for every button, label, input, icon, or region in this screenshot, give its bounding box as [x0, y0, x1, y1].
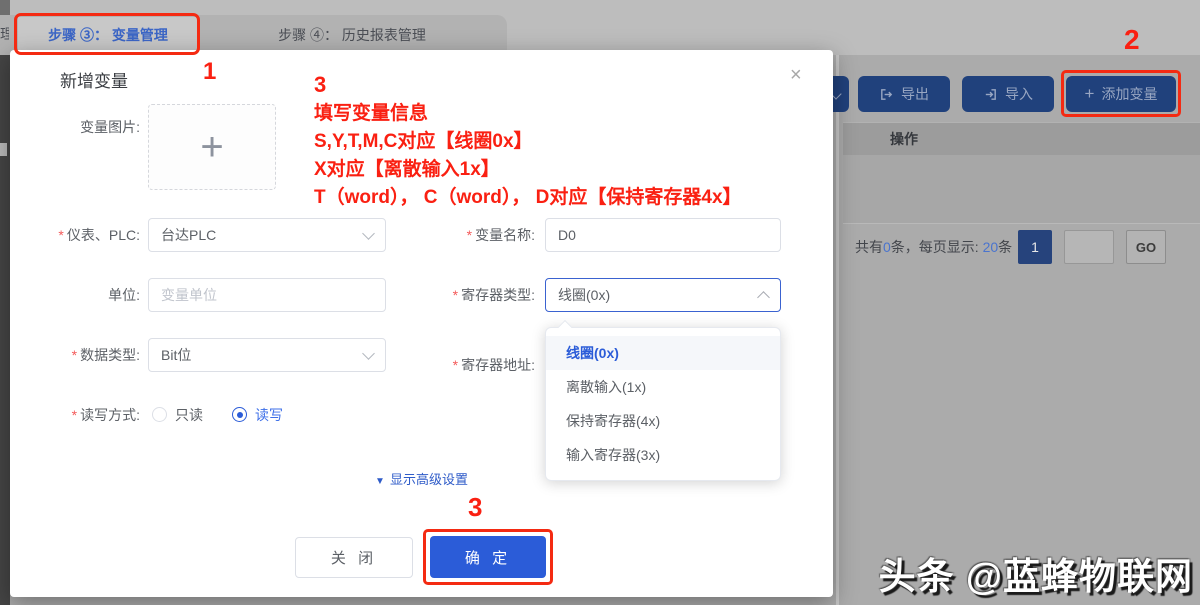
- pagination-page-size: 20: [983, 239, 999, 255]
- pagination-prefix: 共有: [855, 239, 883, 255]
- tip-line-3: X对应【离散输入1x】: [314, 156, 742, 184]
- image-field-label: 变量图片:: [10, 110, 140, 144]
- tab-step3-label: 步骤 ③： 变量管理: [48, 27, 168, 43]
- required-marker: *: [72, 347, 77, 363]
- add-variable-label: 添加变量: [1101, 84, 1157, 104]
- radio-readonly-label[interactable]: 只读: [175, 398, 203, 432]
- radio-readwrite-label[interactable]: 读写: [255, 398, 283, 432]
- content-edge-line: [836, 55, 839, 605]
- register-type-value: 线圈(0x): [558, 287, 610, 303]
- plc-select[interactable]: 台达PLC: [148, 218, 386, 252]
- unit-input[interactable]: [148, 278, 386, 312]
- page-number-button[interactable]: 1: [1018, 230, 1052, 264]
- dropdown-option-coil[interactable]: 线圈(0x): [546, 336, 780, 370]
- plc-field-label: *仪表、PLC:: [10, 218, 140, 252]
- close-icon[interactable]: ×: [790, 64, 802, 87]
- annotation-tips: 填写变量信息 S,Y,T,M,C对应【线圈0x】 X对应【离散输入1x】 T（w…: [314, 100, 742, 212]
- page-jump-input[interactable]: [1064, 230, 1114, 264]
- register-type-dropdown: 线圈(0x) 离散输入(1x) 保持寄存器(4x) 输入寄存器(3x): [545, 327, 781, 481]
- image-upload-box[interactable]: +: [148, 104, 276, 190]
- sidebar-sliver: [0, 55, 10, 605]
- go-button[interactable]: GO: [1126, 230, 1166, 264]
- radio-readwrite[interactable]: [232, 407, 247, 422]
- data-type-label: *数据类型:: [10, 338, 140, 372]
- table-header-row: 操作: [843, 122, 1200, 155]
- required-marker: *: [58, 227, 63, 243]
- required-marker: *: [453, 357, 458, 373]
- data-type-select[interactable]: Bit位: [148, 338, 386, 372]
- tip-line-1: 填写变量信息: [314, 100, 742, 128]
- upload-plus-icon: +: [149, 105, 275, 189]
- register-address-label: *寄存器地址:: [365, 348, 535, 382]
- triangle-down-icon: ▼: [375, 476, 385, 487]
- variable-name-input[interactable]: [545, 218, 781, 252]
- close-button[interactable]: 关 闭: [295, 537, 413, 578]
- required-marker: *: [467, 227, 472, 243]
- watermark: 头条 @蓝蜂物联网: [879, 546, 1193, 600]
- confirm-button[interactable]: 确 定: [430, 536, 546, 578]
- screen: 理 步骤 ③： 变量管理 步骤 ④： 历史报表管理 导出 导入 + 添加变量: [0, 0, 1200, 605]
- tip-line-2: S,Y,T,M,C对应【线圈0x】: [314, 128, 742, 156]
- annotation-number-3-top: 3: [314, 72, 326, 98]
- read-write-mode-label: *读写方式:: [10, 398, 140, 432]
- tab-fragment: 理: [0, 24, 9, 44]
- data-type-value: Bit位: [161, 347, 191, 363]
- sidebar-sliver-top: [0, 0, 10, 15]
- chevron-up-icon: [757, 291, 770, 304]
- variable-name-label: *变量名称:: [365, 218, 535, 252]
- pagination-bar: 共有0条，每页显示: 20条 1 GO: [843, 224, 1200, 270]
- required-marker: *: [453, 287, 458, 303]
- plus-icon: +: [1085, 84, 1095, 104]
- import-button[interactable]: 导入: [962, 76, 1054, 112]
- operation-column-header: 操作: [890, 123, 918, 156]
- tab-step3-variable-management[interactable]: 步骤 ③： 变量管理: [18, 17, 198, 53]
- modal-title: 新增变量: [60, 67, 128, 92]
- radio-readonly[interactable]: [152, 407, 167, 422]
- pagination-count: 0: [883, 239, 891, 255]
- dropdown-option-input-register[interactable]: 输入寄存器(3x): [546, 438, 780, 472]
- pagination-suffix: 条: [998, 239, 1012, 255]
- table-body-empty: [843, 155, 1200, 224]
- pagination-summary: 共有0条，每页显示: 20条: [855, 230, 1012, 264]
- tip-line-4: T（word）， C（word）， D对应【保持寄存器4x】: [314, 184, 742, 212]
- pagination-middle: 条，每页显示:: [891, 239, 983, 255]
- tabs-card: 理 步骤 ③： 变量管理 步骤 ④： 历史报表管理: [0, 15, 507, 55]
- required-marker: *: [72, 407, 77, 423]
- annotation-number-1: 1: [203, 58, 216, 86]
- unit-field-label: 单位:: [10, 278, 140, 312]
- export-icon: [879, 87, 894, 102]
- export-label: 导出: [901, 84, 929, 104]
- top-tab-bar: 理 步骤 ③： 变量管理 步骤 ④： 历史报表管理: [0, 0, 1200, 55]
- tab-step4-history-reports[interactable]: 步骤 ④： 历史报表管理: [212, 17, 492, 53]
- register-type-select[interactable]: 线圈(0x): [545, 278, 781, 312]
- dropdown-option-discrete-input[interactable]: 离散输入(1x): [546, 370, 780, 404]
- plc-select-value: 台达PLC: [161, 227, 216, 243]
- annotation-number-3-bottom: 3: [468, 492, 482, 523]
- import-icon: [983, 87, 998, 102]
- dropdown-option-holding-register[interactable]: 保持寄存器(4x): [546, 404, 780, 438]
- annotation-number-2: 2: [1124, 24, 1140, 56]
- register-type-label: *寄存器类型:: [365, 278, 535, 312]
- sidebar-sliver-text-fragment: [0, 143, 7, 156]
- import-label: 导入: [1005, 84, 1033, 104]
- tab-step4-label: 步骤 ④： 历史报表管理: [278, 27, 426, 43]
- export-button[interactable]: 导出: [858, 76, 950, 112]
- add-variable-button[interactable]: + 添加变量: [1066, 76, 1176, 112]
